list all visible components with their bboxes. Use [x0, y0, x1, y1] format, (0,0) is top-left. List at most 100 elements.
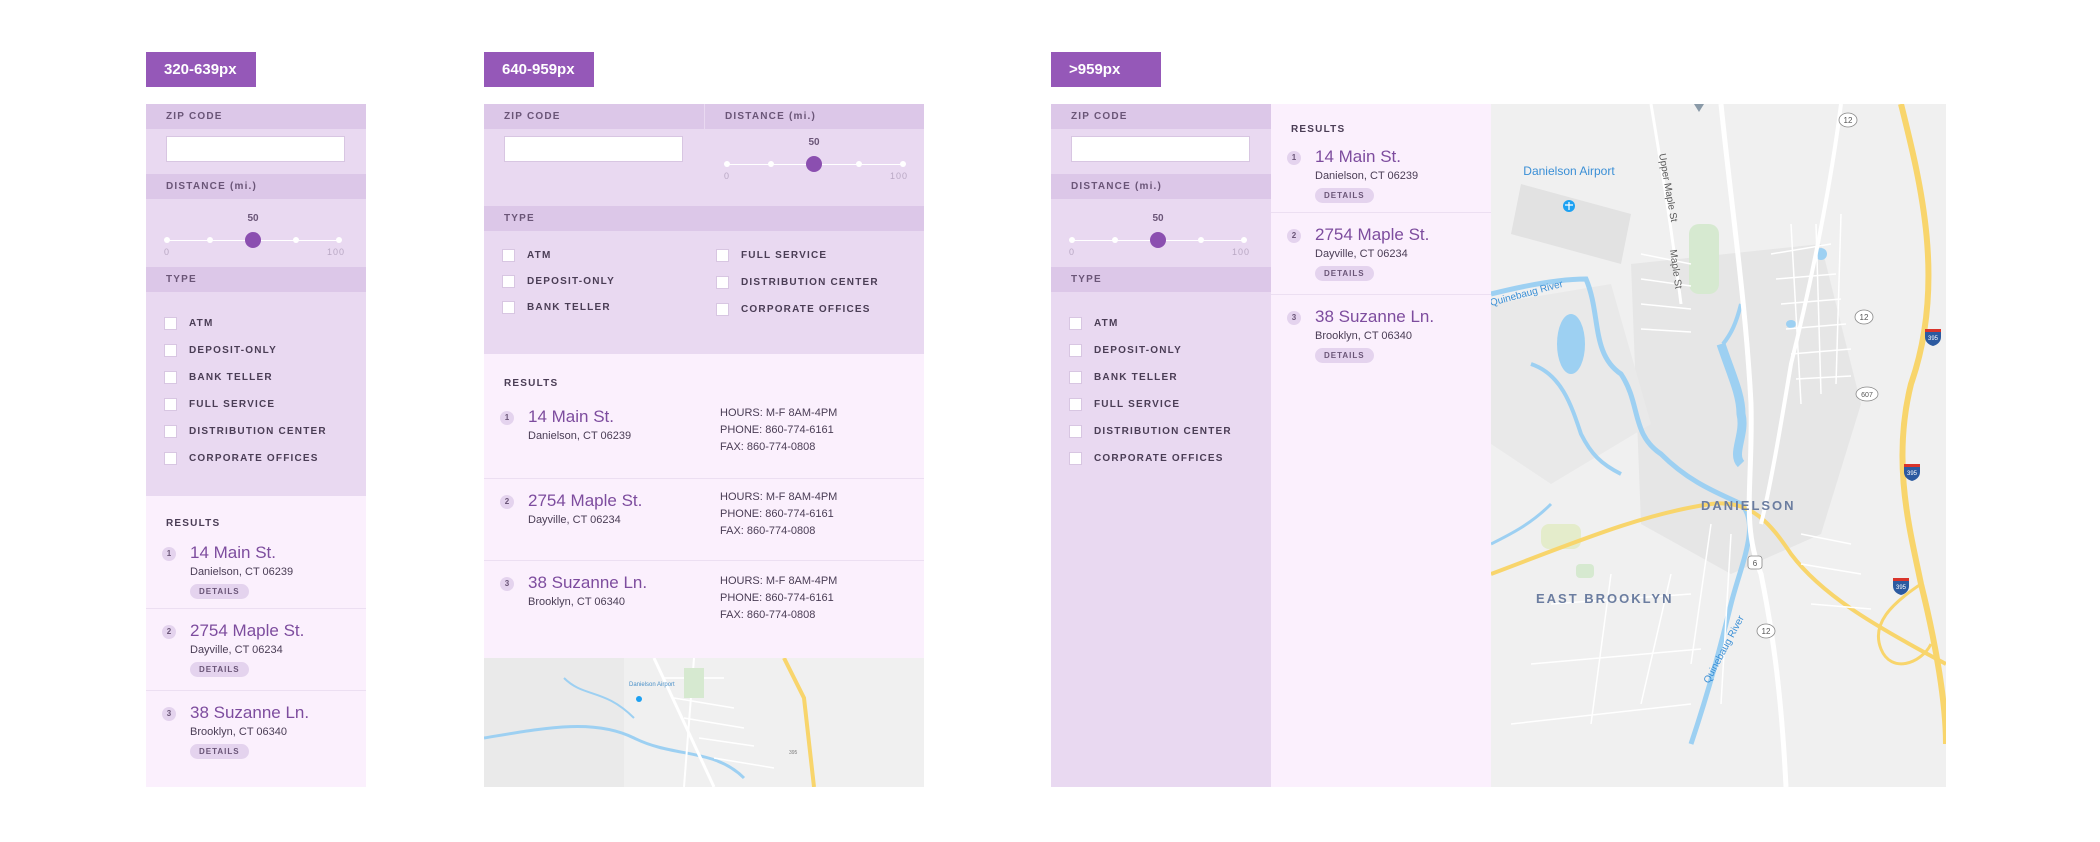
results-header: RESULTS: [504, 378, 559, 389]
result-item[interactable]: 2 2754 Maple St. Dayville, CT 06234 DETA…: [1271, 213, 1491, 295]
breakpoint-label-large: >959px: [1051, 52, 1161, 87]
type-option-distribution-center[interactable]: DISTRIBUTION CENTER: [716, 269, 916, 296]
checkbox[interactable]: [502, 274, 515, 288]
result-item[interactable]: 3 38 Suzanne Ln. Brooklyn, CT 06340 DETA…: [1271, 295, 1491, 375]
result-fax: FAX: 860-774-0808: [720, 441, 816, 453]
map-thumbnail-svg: Danielson Airport 395: [484, 657, 924, 787]
type-option-distribution-center[interactable]: DISTRIBUTION CENTER: [1069, 418, 1271, 445]
type-option-atm[interactable]: ATM: [1069, 310, 1271, 337]
result-item[interactable]: 1 14 Main St. Danielson, CT 06239 DETAIL…: [1271, 143, 1491, 213]
map-thumbnail[interactable]: Danielson Airport 395: [484, 657, 924, 787]
zip-code-input[interactable]: [1071, 136, 1250, 162]
map-label: 6: [1753, 559, 1758, 568]
details-button[interactable]: DETAILS: [190, 584, 249, 599]
checkbox[interactable]: [164, 398, 177, 411]
type-option-full-service[interactable]: FULL SERVICE: [1069, 391, 1271, 418]
checkbox[interactable]: [1069, 398, 1082, 411]
breakpoint-label-small: 320-639px: [146, 52, 256, 87]
result-name[interactable]: 14 Main St.: [1315, 147, 1491, 167]
result-hours: HOURS: M-F 8AM-4PM: [720, 491, 838, 503]
distance-slider-handle[interactable]: [245, 232, 261, 248]
result-item[interactable]: 2 2754 Maple St. Dayville, CT 06234 DETA…: [146, 609, 366, 691]
type-label: ATM: [527, 249, 552, 261]
type-option-corporate-offices[interactable]: CORPORATE OFFICES: [716, 296, 916, 323]
distance-min: 0: [724, 171, 731, 181]
checkbox[interactable]: [164, 371, 177, 384]
checkbox[interactable]: [164, 344, 177, 357]
map-label: 607: [1861, 392, 1873, 399]
type-label: DISTRIBUTION CENTER: [189, 426, 327, 437]
details-button[interactable]: DETAILS: [1315, 188, 1374, 203]
result-number: 1: [500, 411, 514, 425]
type-option-atm[interactable]: ATM: [502, 242, 702, 268]
type-option-full-service[interactable]: FULL SERVICE: [164, 391, 366, 418]
type-option-corporate-offices[interactable]: CORPORATE OFFICES: [164, 445, 366, 472]
distance-slider[interactable]: 50 0 100: [705, 133, 924, 183]
result-name[interactable]: 38 Suzanne Ln.: [190, 703, 366, 723]
details-button[interactable]: DETAILS: [1315, 348, 1374, 363]
zip-code-header: ZIP CODE: [1051, 104, 1271, 129]
result-name[interactable]: 2754 Maple St.: [190, 621, 366, 641]
type-header: TYPE: [1051, 267, 1271, 292]
type-option-deposit-only[interactable]: DEPOSIT-ONLY: [164, 337, 366, 364]
type-option-bank-teller[interactable]: BANK TELLER: [1069, 364, 1271, 391]
details-button[interactable]: DETAILS: [190, 744, 249, 759]
details-button[interactable]: DETAILS: [190, 662, 249, 677]
zip-code-input[interactable]: [504, 136, 683, 162]
result-name[interactable]: 2754 Maple St.: [1315, 225, 1491, 245]
type-option-deposit-only[interactable]: DEPOSIT-ONLY: [1069, 337, 1271, 364]
result-item[interactable]: 3 38 Suzanne Ln. Brooklyn, CT 06340 DETA…: [146, 691, 366, 771]
map-label: 395: [1907, 471, 1918, 477]
distance-slider-handle[interactable]: [806, 156, 822, 172]
type-option-deposit-only[interactable]: DEPOSIT-ONLY: [502, 268, 702, 294]
map-area[interactable]: 12 12 607 6 12 395 395 395 Danielson Air…: [1489, 104, 1946, 787]
result-item[interactable]: 2 2754 Maple St. Dayville, CT 06234 HOUR…: [484, 479, 924, 561]
result-phone: PHONE: 860-774-6161: [720, 508, 834, 520]
result-item[interactable]: 1 14 Main St. Danielson, CT 06239 DETAIL…: [146, 539, 366, 609]
checkbox[interactable]: [164, 452, 177, 465]
map-town-label: DANIELSON: [1701, 498, 1796, 513]
result-fax: FAX: 860-774-0808: [720, 525, 816, 537]
checkbox[interactable]: [164, 317, 177, 330]
type-label: BANK TELLER: [1094, 372, 1178, 383]
checkbox[interactable]: [1069, 344, 1082, 357]
type-option-bank-teller[interactable]: BANK TELLER: [164, 364, 366, 391]
result-name[interactable]: 14 Main St.: [190, 543, 366, 563]
distance-slider[interactable]: 50 0 100: [146, 209, 366, 259]
result-number: 2: [500, 495, 514, 509]
checkbox[interactable]: [1069, 425, 1082, 438]
checkbox[interactable]: [1069, 317, 1082, 330]
result-city: Dayville, CT 06234: [1315, 248, 1408, 260]
type-option-corporate-offices[interactable]: CORPORATE OFFICES: [1069, 445, 1271, 472]
result-number: 1: [1287, 151, 1301, 165]
zip-code-input[interactable]: [166, 136, 345, 162]
checkbox[interactable]: [716, 249, 729, 262]
checkbox[interactable]: [502, 300, 515, 314]
type-option-distribution-center[interactable]: DISTRIBUTION CENTER: [164, 418, 366, 445]
distance-slider-handle[interactable]: [1150, 232, 1166, 248]
result-contact: HOURS: M-F 8AM-4PM PHONE: 860-774-6161 F…: [720, 573, 837, 624]
zip-code-header: ZIP CODE: [146, 104, 366, 129]
checkbox[interactable]: [1069, 371, 1082, 384]
result-name[interactable]: 38 Suzanne Ln.: [1315, 307, 1491, 327]
result-fax: FAX: 860-774-0808: [720, 609, 816, 621]
checkbox[interactable]: [502, 248, 515, 262]
type-option-atm[interactable]: ATM: [164, 310, 366, 337]
distance-slider[interactable]: 50 0 100: [1051, 209, 1271, 259]
route-12-shield-1: 12: [1838, 112, 1858, 128]
results-sidebar: RESULTS 1 14 Main St. Danielson, CT 0623…: [1271, 104, 1491, 787]
checkbox[interactable]: [716, 303, 729, 316]
result-contact: HOURS: M-F 8AM-4PM PHONE: 860-774-6161 F…: [720, 405, 837, 456]
distance-value: 50: [1152, 213, 1164, 224]
details-button[interactable]: DETAILS: [1315, 266, 1374, 281]
result-item[interactable]: 3 38 Suzanne Ln. Brooklyn, CT 06340 HOUR…: [484, 561, 924, 651]
distance-header: DISTANCE (mi.): [146, 174, 366, 199]
distance-column: DISTANCE (mi.) 50 0 100: [704, 104, 924, 183]
type-option-full-service[interactable]: FULL SERVICE: [716, 242, 916, 269]
checkbox[interactable]: [1069, 452, 1082, 465]
result-number: 3: [1287, 311, 1301, 325]
checkbox[interactable]: [716, 276, 729, 289]
checkbox[interactable]: [164, 425, 177, 438]
type-option-bank-teller[interactable]: BANK TELLER: [502, 294, 702, 320]
result-item[interactable]: 1 14 Main St. Danielson, CT 06239 HOURS:…: [484, 399, 924, 479]
